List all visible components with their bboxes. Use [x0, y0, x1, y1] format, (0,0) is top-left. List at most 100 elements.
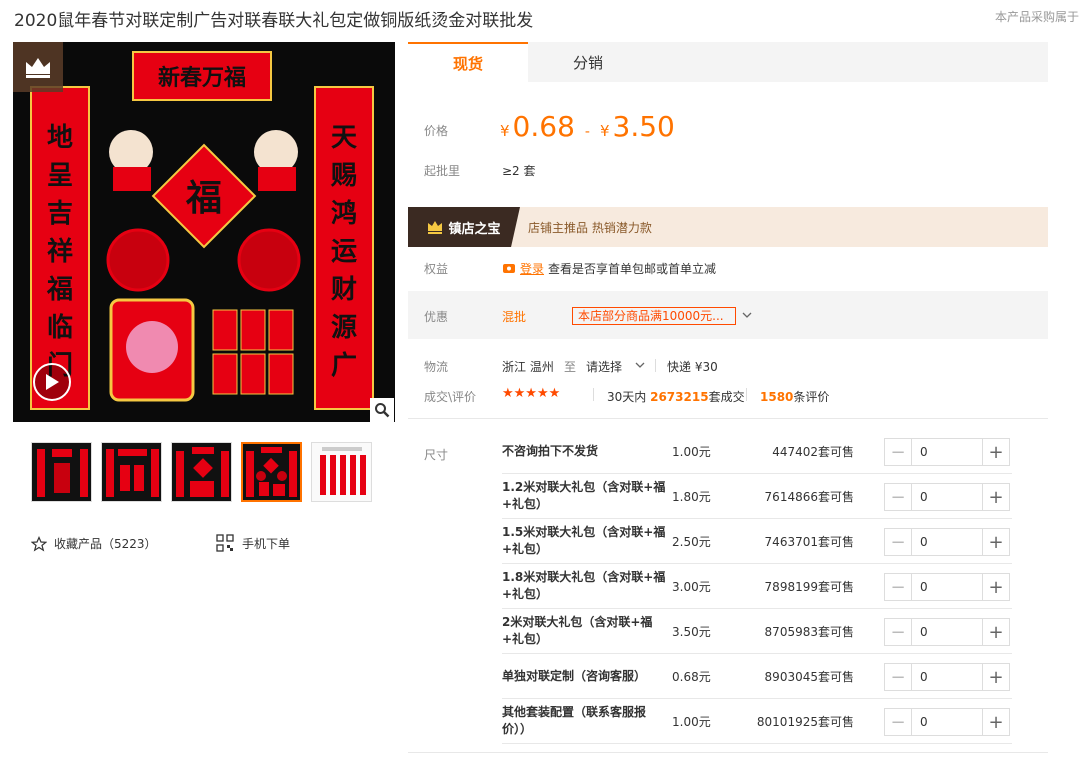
main-product-image[interactable]: 新春万福 地呈吉祥福临门 天赐鸿运财源广 福 [13, 42, 395, 422]
increase-button[interactable]: + [983, 484, 1009, 510]
chevron-down-icon[interactable] [635, 362, 645, 369]
fu-char: 福 [185, 177, 222, 219]
sku-row: 1.8米对联大礼包（含对联+福+礼包） 3.00元 7898199套可售 − 0… [502, 564, 1012, 609]
thumbnail-3[interactable] [171, 442, 232, 502]
deal-label: 成交\评价 [424, 390, 477, 404]
destination-select[interactable]: 请选择 [586, 358, 622, 375]
mobile-order-button[interactable]: 手机下单 [216, 534, 290, 552]
sku-row: 2米对联大礼包（含对联+福+礼包） 3.50元 8705983套可售 − 0 + [502, 609, 1012, 654]
price-min: 0.68 [512, 110, 575, 143]
quantity-input[interactable]: 0 [911, 484, 983, 510]
couplet-char: 赐 [330, 161, 357, 191]
decrease-button[interactable]: − [885, 439, 911, 465]
sku-name: 其他套装配置（联系客服报价）） [502, 705, 647, 736]
size-label: 尺寸 [424, 448, 449, 462]
increase-button[interactable]: + [983, 664, 1009, 690]
couplet-char: 广 [331, 351, 357, 381]
review-number: 1580 [760, 390, 794, 404]
logistics-to: 至 [564, 360, 577, 374]
quantity-input[interactable]: 0 [911, 619, 983, 645]
quantity-input[interactable]: 0 [911, 439, 983, 465]
sku-stock: 8903045套可售 [764, 669, 854, 684]
crown-icon [13, 42, 63, 92]
tab-distribution[interactable]: 分销 [528, 42, 648, 82]
quantity-stepper: − 0 + [884, 483, 1010, 511]
left-couplet-chars: 地呈吉祥福临门 [46, 123, 73, 381]
sku-row: 单独对联定制（咨询客服） 0.68元 8903045套可售 − 0 + [502, 654, 1012, 699]
decrease-button[interactable]: − [885, 664, 911, 690]
increase-button[interactable]: + [983, 529, 1009, 555]
express-fee: 快递 ¥30 [667, 360, 718, 374]
couplet-char: 呈 [47, 161, 73, 191]
rights-label: 权益 [424, 262, 449, 276]
mixed-batch-label: 混批 [502, 310, 527, 324]
treasure-text: 店铺主推品 热销潜力款 [528, 220, 652, 235]
thumbnail-5[interactable] [311, 442, 372, 502]
decrease-button[interactable]: − [885, 484, 911, 510]
logistics-origin: 浙江 温州 [502, 360, 554, 374]
quantity-input[interactable]: 0 [911, 709, 983, 735]
title-note: 本产品采购属于 [994, 10, 1079, 24]
increase-button[interactable]: + [983, 574, 1009, 600]
quantity-stepper: − 0 + [884, 573, 1010, 601]
decrease-button[interactable]: − [885, 529, 911, 555]
sku-stock: 7614866套可售 [764, 489, 854, 504]
quantity-input[interactable]: 0 [911, 529, 983, 555]
sku-row: 1.5米对联大礼包（含对联+福+礼包） 2.50元 7463701套可售 − 0… [502, 519, 1012, 564]
promo-tag[interactable]: 本店部分商品满10000元... [572, 307, 736, 325]
logistics-label: 物流 [424, 360, 449, 374]
divider [746, 388, 747, 401]
sku-name: 单独对联定制（咨询客服） [502, 668, 647, 683]
moq-value: ≥2 套 [502, 164, 536, 178]
couplet-char: 运 [331, 237, 357, 267]
couplet-char: 鸿 [331, 198, 357, 229]
mobile-order-label: 手机下单 [242, 536, 291, 551]
sku-stock: 8705983套可售 [764, 624, 854, 639]
couplet-char: 临 [47, 312, 73, 343]
price-dash: - [584, 124, 590, 140]
moq-label: 起批里 [424, 164, 461, 178]
play-icon [46, 374, 59, 390]
favorite-button[interactable]: 收藏产品（5223） [31, 535, 157, 552]
increase-button[interactable]: + [983, 619, 1009, 645]
quantity-stepper: − 0 + [884, 663, 1010, 691]
price-label: 价格 [424, 124, 449, 138]
right-couplet-chars: 天赐鸿运财源广 [330, 123, 357, 381]
play-video-button[interactable] [33, 363, 71, 401]
couplet-illustration: 新春万福 地呈吉祥福临门 天赐鸿运财源广 福 [13, 42, 395, 422]
rights-value: 登录 查看是否享首单包邮或首单立减 [502, 260, 716, 277]
thumbnail-4-selected[interactable] [241, 442, 302, 502]
increase-button[interactable]: + [983, 709, 1009, 735]
section-divider [408, 418, 1048, 419]
thumbnail-1[interactable] [31, 442, 92, 502]
sku-price: 1.00元 [672, 714, 711, 729]
sku-price: 3.50元 [672, 624, 711, 639]
sku-name: 1.8米对联大礼包（含对联+福+礼包） [502, 570, 666, 601]
sku-stock: 447402套可售 [772, 444, 854, 459]
quantity-stepper: − 0 + [884, 528, 1010, 556]
sku-price: 3.00元 [672, 579, 711, 594]
rights-text: 查看是否享首单包邮或首单立减 [548, 262, 717, 276]
favorite-label: 收藏产品（5223） [54, 537, 157, 551]
thumbnail-2[interactable] [101, 442, 162, 502]
login-link[interactable]: 登录 [520, 260, 544, 277]
zoom-button[interactable] [370, 398, 394, 422]
sku-name: 1.5米对联大礼包（含对联+福+礼包） [502, 525, 666, 556]
quantity-input[interactable]: 0 [911, 664, 983, 690]
tab-spot[interactable]: 现货 [408, 42, 528, 82]
sku-row: 1.2米对联大礼包（含对联+福+礼包） 1.80元 7614866套可售 − 0… [502, 474, 1012, 519]
rating-stars: ★★★★★ [502, 386, 561, 401]
couplet-char: 财 [331, 275, 357, 305]
increase-button[interactable]: + [983, 439, 1009, 465]
quantity-input[interactable]: 0 [911, 574, 983, 600]
quantity-stepper: − 0 + [884, 618, 1010, 646]
decrease-button[interactable]: − [885, 619, 911, 645]
couplet-char: 祥 [47, 237, 73, 267]
decrease-button[interactable]: − [885, 574, 911, 600]
review-count[interactable]: 1580条评价 [760, 388, 829, 405]
divider [593, 388, 594, 401]
decrease-button[interactable]: − [885, 709, 911, 735]
chevron-down-icon[interactable] [742, 312, 752, 319]
deal-number: 2673215 [650, 390, 709, 404]
sku-stock: 7898199套可售 [764, 579, 854, 594]
